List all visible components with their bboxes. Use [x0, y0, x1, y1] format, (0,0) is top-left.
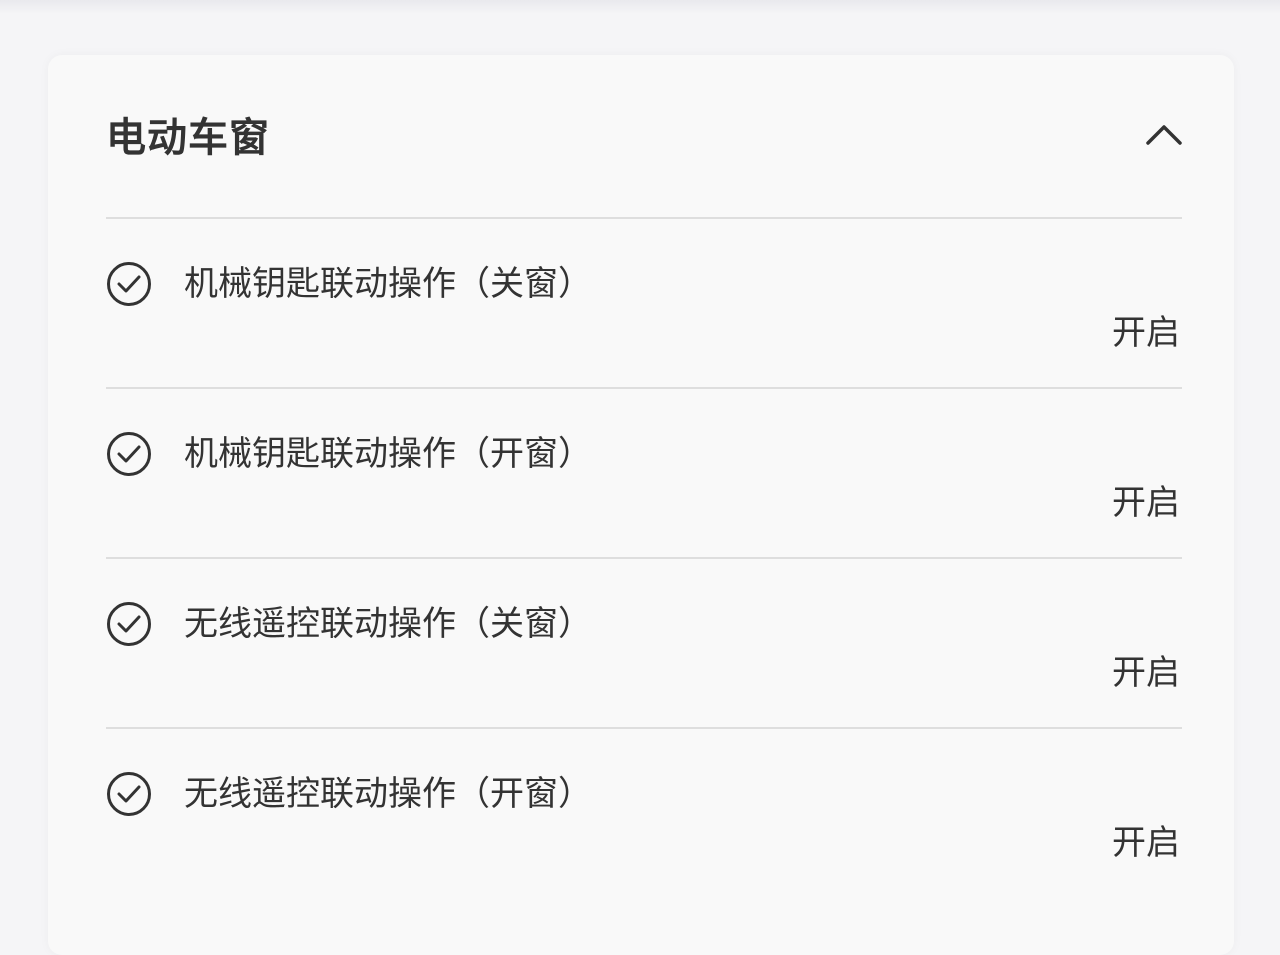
power-window-card: 电动车窗 机械钥匙联动操作（关窗） 开启 机械钥匙联动操作（开窗） 开启 无线遥… [48, 55, 1234, 955]
section-title: 电动车窗 [106, 115, 270, 161]
item-value[interactable]: 开启 [1112, 482, 1180, 524]
section-header[interactable]: 电动车窗 [106, 55, 1182, 219]
check-circle-icon [106, 261, 152, 307]
check-circle-icon [106, 771, 152, 817]
item-label: 机械钥匙联动操作（开窗） [184, 434, 592, 474]
check-circle-icon [106, 601, 152, 647]
item-label: 无线遥控联动操作（开窗） [184, 774, 592, 814]
item-label: 机械钥匙联动操作（关窗） [184, 264, 592, 304]
list-item[interactable]: 机械钥匙联动操作（开窗） 开启 [106, 389, 1182, 559]
check-circle-icon [106, 431, 152, 477]
list-item[interactable]: 无线遥控联动操作（关窗） 开启 [106, 559, 1182, 729]
chevron-up-icon[interactable] [1142, 115, 1186, 159]
list-item[interactable]: 无线遥控联动操作（开窗） 开启 [106, 729, 1182, 897]
item-label: 无线遥控联动操作（关窗） [184, 604, 592, 644]
top-bar-shadow [0, 0, 1280, 14]
list-item[interactable]: 机械钥匙联动操作（关窗） 开启 [106, 219, 1182, 389]
item-value[interactable]: 开启 [1112, 652, 1180, 694]
item-value[interactable]: 开启 [1112, 822, 1180, 864]
item-value[interactable]: 开启 [1112, 312, 1180, 354]
